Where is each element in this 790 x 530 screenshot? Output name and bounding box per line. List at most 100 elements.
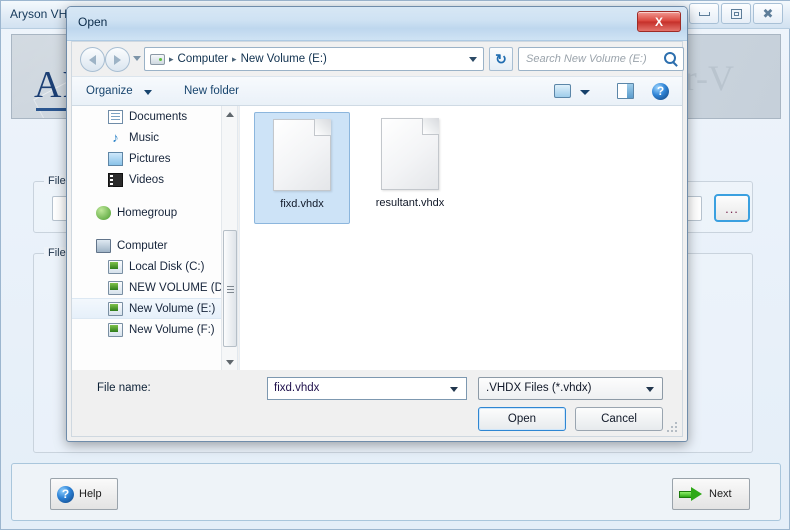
chevron-down-icon[interactable] bbox=[469, 57, 477, 62]
cancel-button[interactable]: Cancel bbox=[575, 407, 663, 431]
breadcrumb-separator: ▸ bbox=[232, 53, 237, 64]
tree-item-local-disk-c[interactable]: Local Disk (C:) bbox=[72, 256, 237, 277]
open-button[interactable]: Open bbox=[478, 407, 566, 431]
breadcrumb-separator: ▸ bbox=[169, 53, 174, 64]
close-button[interactable]: ✖ bbox=[753, 3, 783, 24]
chevron-down-icon[interactable] bbox=[646, 387, 654, 392]
maximize-button[interactable] bbox=[721, 3, 751, 24]
help-button[interactable]: ? Help bbox=[50, 478, 118, 510]
file-icon bbox=[381, 118, 439, 190]
view-mode-icon[interactable] bbox=[554, 84, 571, 98]
address-bar[interactable]: ▸ Computer ▸ New Volume (E:) bbox=[144, 47, 484, 71]
document-icon bbox=[108, 109, 123, 124]
tree-item-new-volume-e[interactable]: New Volume (E:) bbox=[72, 298, 237, 319]
search-placeholder: Search New Volume (E:) bbox=[526, 53, 647, 65]
tree-item-label: Computer bbox=[117, 239, 168, 252]
file-item-resultant[interactable]: resultant.vhdx bbox=[362, 112, 458, 224]
search-input[interactable]: Search New Volume (E:) bbox=[518, 47, 684, 71]
next-button-label: Next bbox=[709, 488, 732, 500]
app-bottom-bar: ? Help Next bbox=[11, 463, 781, 521]
browse-button[interactable]: ... bbox=[714, 194, 750, 222]
file-list-pane[interactable]: fixd.vhdx resultant.vhdx bbox=[239, 106, 682, 370]
tree-item-new-volume-d[interactable]: NEW VOLUME (D bbox=[72, 277, 237, 298]
help-button-label: Help bbox=[79, 488, 102, 500]
refresh-button[interactable]: ↻ bbox=[489, 47, 513, 71]
chevron-down-icon bbox=[226, 359, 234, 365]
dialog-footer: File name: fixd.vhdx .VHDX Files (*.vhdx… bbox=[72, 370, 682, 436]
dialog-body: ▸ Computer ▸ New Volume (E:) ↻ Search Ne… bbox=[71, 41, 684, 437]
tree-item-label: Homegroup bbox=[117, 206, 178, 219]
tree-item-music[interactable]: ♪ Music bbox=[72, 127, 237, 148]
file-icon bbox=[273, 119, 331, 191]
minimize-icon bbox=[698, 11, 710, 16]
organize-button[interactable]: Organize bbox=[86, 85, 133, 97]
breadcrumb-new-volume-e[interactable]: New Volume (E:) bbox=[241, 53, 327, 65]
tree-item-new-volume-f[interactable]: New Volume (F:) bbox=[72, 319, 237, 340]
scroll-up-button[interactable] bbox=[222, 106, 237, 122]
file-name-input[interactable]: fixd.vhdx bbox=[267, 377, 467, 400]
arrow-right-icon bbox=[679, 486, 703, 502]
tree-item-label: New Volume (E:) bbox=[129, 302, 216, 315]
search-icon bbox=[664, 52, 676, 64]
computer-icon bbox=[96, 238, 111, 253]
chevron-down-icon[interactable] bbox=[580, 90, 590, 95]
help-icon[interactable]: ? bbox=[652, 83, 669, 100]
tree-item-label: New Volume (F:) bbox=[129, 323, 215, 336]
drive-icon bbox=[108, 280, 123, 295]
next-button[interactable]: Next bbox=[672, 478, 750, 510]
tree-item-label: Documents bbox=[129, 110, 188, 123]
scroll-down-button[interactable] bbox=[222, 354, 237, 370]
open-file-dialog: Open X ▸ Computer ▸ New Volume (E:) ↻ Se… bbox=[66, 6, 688, 442]
file-type-filter-select[interactable]: .VHDX Files (*.vhdx) bbox=[478, 377, 663, 400]
tree-item-label: Local Disk (C:) bbox=[129, 260, 205, 273]
chevron-down-icon[interactable] bbox=[450, 387, 458, 392]
app-title: Aryson VH bbox=[10, 7, 68, 21]
maximize-icon bbox=[730, 8, 742, 19]
tree-item-label: Videos bbox=[129, 173, 164, 186]
arrow-left-icon bbox=[89, 54, 96, 65]
navigation-row: ▸ Computer ▸ New Volume (E:) ↻ Search Ne… bbox=[72, 42, 684, 76]
chevron-up-icon bbox=[226, 111, 234, 117]
pictures-icon bbox=[108, 151, 123, 166]
file-name-value: fixd.vhdx bbox=[274, 382, 320, 394]
tree-item-label: Pictures bbox=[129, 152, 171, 165]
tree-item-computer[interactable]: Computer bbox=[72, 235, 237, 256]
history-dropdown-icon[interactable] bbox=[133, 56, 141, 61]
breadcrumb-computer[interactable]: Computer bbox=[178, 53, 229, 65]
tree-item-documents[interactable]: Documents bbox=[72, 106, 237, 127]
drive-icon bbox=[108, 322, 123, 337]
music-icon: ♪ bbox=[112, 129, 119, 145]
videos-icon bbox=[108, 172, 123, 187]
help-icon: ? bbox=[57, 485, 74, 503]
computer-icon bbox=[150, 53, 165, 65]
scrollbar-thumb[interactable] bbox=[223, 230, 237, 347]
file-type-filter-value: .VHDX Files (*.vhdx) bbox=[486, 382, 592, 394]
forward-button[interactable] bbox=[105, 47, 130, 72]
new-folder-button[interactable]: New folder bbox=[184, 85, 239, 97]
file-item-label: fixd.vhdx bbox=[280, 198, 324, 210]
tree-item-label: NEW VOLUME (D bbox=[129, 281, 223, 294]
tree-item-homegroup[interactable]: Homegroup bbox=[72, 202, 237, 223]
file-item-fixd[interactable]: fixd.vhdx bbox=[254, 112, 350, 224]
tree-item-videos[interactable]: Videos bbox=[72, 169, 237, 190]
tree-item-pictures[interactable]: Pictures bbox=[72, 148, 237, 169]
arrow-right-icon bbox=[114, 54, 121, 65]
drive-icon bbox=[108, 259, 123, 274]
tree-item-label: Music bbox=[129, 131, 160, 144]
dialog-title-bar: Open X bbox=[67, 7, 687, 41]
close-icon: ✖ bbox=[762, 6, 774, 21]
resize-grip[interactable] bbox=[667, 422, 677, 432]
back-button[interactable] bbox=[80, 47, 105, 72]
minimize-button[interactable] bbox=[689, 3, 719, 24]
file-name-label: File name: bbox=[97, 382, 151, 394]
preview-pane-icon[interactable] bbox=[617, 83, 634, 99]
dialog-close-button[interactable]: X bbox=[637, 11, 681, 32]
command-bar: Organize New folder ? bbox=[72, 76, 682, 106]
navigation-pane-scrollbar[interactable] bbox=[221, 106, 237, 370]
file-item-label: resultant.vhdx bbox=[375, 197, 445, 209]
homegroup-icon bbox=[96, 205, 111, 220]
drive-icon bbox=[108, 301, 123, 316]
chevron-down-icon[interactable] bbox=[144, 90, 152, 95]
